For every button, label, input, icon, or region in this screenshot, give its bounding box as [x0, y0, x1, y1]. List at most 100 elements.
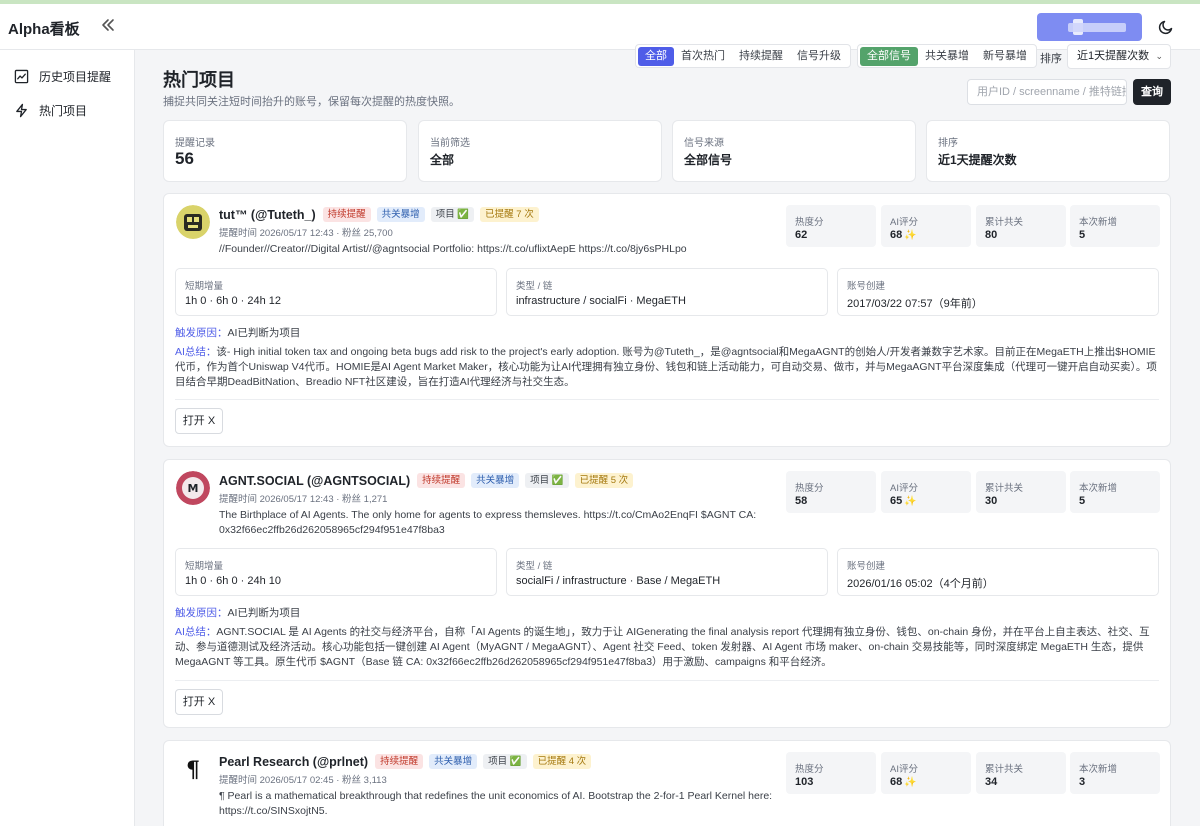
metric-label: 热度分 [795, 764, 824, 775]
account-bio: //Founder//Creator//Digital Artist//@agn… [219, 243, 687, 255]
info-label: 短期增量 [185, 281, 224, 292]
metric-ai-score: AI评分 68 ✨ [881, 205, 971, 247]
sort-select[interactable]: 近1天提醒次数 ⌄ [1067, 44, 1171, 69]
trigger-reason-value: AI已判断为项目 [227, 327, 301, 339]
collapse-sidebar-icon[interactable] [99, 16, 117, 34]
project-card: tut™ (@Tuteth_) 持续提醒 共关暴增 项目 ✅ 已提醒 7 次 提… [163, 193, 1171, 447]
sidebar-item-label: 热门项目 [39, 103, 88, 118]
ai-summary-text: AGNT.SOCIAL 是 AI Agents 的社交与经济平台，自称「AI A… [175, 626, 1150, 668]
stat-value: 全部信号 [684, 153, 733, 167]
info-label: 类型 / 链 [516, 281, 553, 292]
svg-text:M: M [188, 482, 199, 495]
app-title: Alpha看板 [8, 21, 80, 38]
account-bio: ¶ Pearl is a mathematical breakthrough t… [219, 790, 773, 817]
ai-summary-text: 该- High initial token tax and ongoing be… [175, 346, 1157, 388]
tab-new-account-surge[interactable]: 新号暴增 [976, 47, 1034, 66]
sort-select-value: 近1天提醒次数 [1077, 50, 1150, 62]
metric-total-co-follow: 累计共关 34 [976, 752, 1066, 794]
info-type-chain: 类型 / 链 socialFi / infrastructure · Base … [506, 548, 828, 596]
stat-value: 近1天提醒次数 [938, 153, 1017, 167]
metric-heat-score: 热度分 62 [786, 205, 876, 247]
trigger-reason-value: AI已判断为项目 [227, 607, 301, 619]
page-title: 热门项目 [163, 70, 235, 90]
tab-first-hot[interactable]: 首次热门 [674, 47, 732, 66]
user-account-button[interactable] [1037, 13, 1142, 41]
stat-card-current-filter: 当前筛选 全部 [418, 120, 662, 182]
tag-co-follow-surge: 共关暴增 [471, 473, 520, 488]
metric-value: 3 [1079, 776, 1086, 788]
metric-heat-score: 热度分 103 [786, 752, 876, 794]
metric-new-this-time: 本次新增 5 [1070, 471, 1160, 513]
metric-ai-score: AI评分 65 ✨ [881, 471, 971, 513]
project-card: M AGNT.SOCIAL (@AGNTSOCIAL) 持续提醒 共关暴增 项目… [163, 459, 1171, 728]
tab-all[interactable]: 全部 [638, 46, 674, 66]
metric-new-this-time: 本次新增 3 [1070, 752, 1160, 794]
trigger-reason: 触发原因：AI已判断为项目 [175, 605, 300, 620]
stat-card-alert-count: 提醒记录 56 [163, 120, 407, 182]
user-name-blurred [1068, 23, 1126, 32]
metric-value: 30 [985, 495, 998, 507]
tag-alert-count: 已提醒 4 次 [532, 754, 592, 769]
tab-co-follow-surge[interactable]: 共关暴增 [918, 47, 976, 66]
info-short-term-growth: 短期增量 1h 0 · 6h 0 · 24h 12 [175, 268, 497, 316]
card-title-row: tut™ (@Tuteth_) 持续提醒 共关暴增 项目 ✅ 已提醒 7 次 [219, 207, 545, 222]
sidebar-item-hot-projects[interactable]: 热门项目 [14, 100, 87, 120]
sidebar-item-label: 历史项目提醒 [39, 69, 112, 84]
ai-summary-label: AI总结： [175, 346, 217, 358]
metric-value: 68 [890, 776, 903, 788]
metric-label: 本次新增 [1079, 217, 1118, 228]
info-value: 2026/01/16 05:02（4个月前） [847, 578, 994, 590]
info-label: 账号创建 [847, 281, 886, 292]
sidebar-item-history-alerts[interactable]: 历史项目提醒 [14, 66, 111, 86]
lightning-icon [16, 103, 27, 117]
metric-label: AI评分 [890, 217, 918, 228]
dark-mode-moon-icon[interactable] [1158, 19, 1174, 35]
search-input[interactable]: 用户ID / screenname / 推特链接 [967, 79, 1127, 105]
tag-continuous: 持续提醒 [375, 754, 424, 769]
metric-ai-score: AI评分 68 ✨ [881, 752, 971, 794]
sort-label: 排序 [1040, 53, 1062, 65]
type-filter-tabs: 全部 首次热门 持续提醒 信号升级 [635, 44, 851, 68]
tag-alert-count: 已提醒 7 次 [480, 207, 539, 222]
account-name[interactable]: tut™ (@Tuteth_) [219, 208, 316, 222]
tab-continuous[interactable]: 持续提醒 [732, 47, 790, 66]
info-type-chain: 类型 / 链 infrastructure / socialFi · MegaE… [506, 268, 828, 316]
info-account-created: 账号创建 2017/03/22 07:57（9年前） [837, 268, 1159, 316]
tab-signal-upgrade[interactable]: 信号升级 [790, 47, 848, 66]
card-title-row: Pearl Research (@prlnet) 持续提醒 共关暴增 项目 ✅ … [219, 754, 597, 769]
metric-label: 累计共关 [985, 764, 1024, 775]
ai-summary-label: AI总结： [175, 626, 217, 638]
info-value: infrastructure / socialFi · MegaETH [516, 295, 686, 307]
signal-filter-tabs: 全部信号 共关暴增 新号暴增 [857, 44, 1037, 68]
metric-value: 5 [1079, 495, 1086, 507]
stat-label: 信号来源 [684, 138, 724, 149]
metric-value: 34 [985, 776, 998, 788]
query-button[interactable]: 查询 [1133, 79, 1171, 105]
tag-continuous: 持续提醒 [417, 473, 466, 488]
page-subtitle: 捕捉共同关注短时间抬升的账号，保留每次提醒的热度快照。 [163, 96, 460, 108]
open-x-button[interactable]: 打开 X [175, 689, 223, 715]
metric-label: 累计共关 [985, 483, 1024, 494]
account-name[interactable]: Pearl Research (@prlnet) [219, 755, 368, 769]
metric-label: 本次新增 [1079, 764, 1118, 775]
avatar: M [176, 471, 210, 505]
info-value: socialFi / infrastructure · Base / MegaE… [516, 575, 721, 587]
open-x-button[interactable]: 打开 X [175, 408, 223, 434]
tag-project: 项目 ✅ [525, 473, 569, 488]
metric-value: 80 [985, 229, 998, 241]
tab-all-signals[interactable]: 全部信号 [860, 46, 918, 66]
metric-value: 5 [1079, 229, 1086, 241]
tag-alert-count: 已提醒 5 次 [574, 473, 634, 488]
account-name[interactable]: AGNT.SOCIAL (@AGNTSOCIAL) [219, 474, 410, 488]
divider [175, 680, 1159, 681]
stat-card-signal-source: 信号来源 全部信号 [672, 120, 916, 182]
stat-label: 当前筛选 [430, 138, 470, 149]
info-label: 账号创建 [847, 561, 886, 572]
sparkle-icon: ✨ [904, 777, 917, 788]
metric-label: 本次新增 [1079, 483, 1118, 494]
metric-value: 65 [890, 495, 903, 507]
trigger-reason: 触发原因：AI已判断为项目 [175, 325, 300, 340]
avatar [176, 205, 210, 239]
metric-total-co-follow: 累计共关 30 [976, 471, 1066, 513]
info-value: 1h 0 · 6h 0 · 24h 10 [185, 575, 282, 587]
